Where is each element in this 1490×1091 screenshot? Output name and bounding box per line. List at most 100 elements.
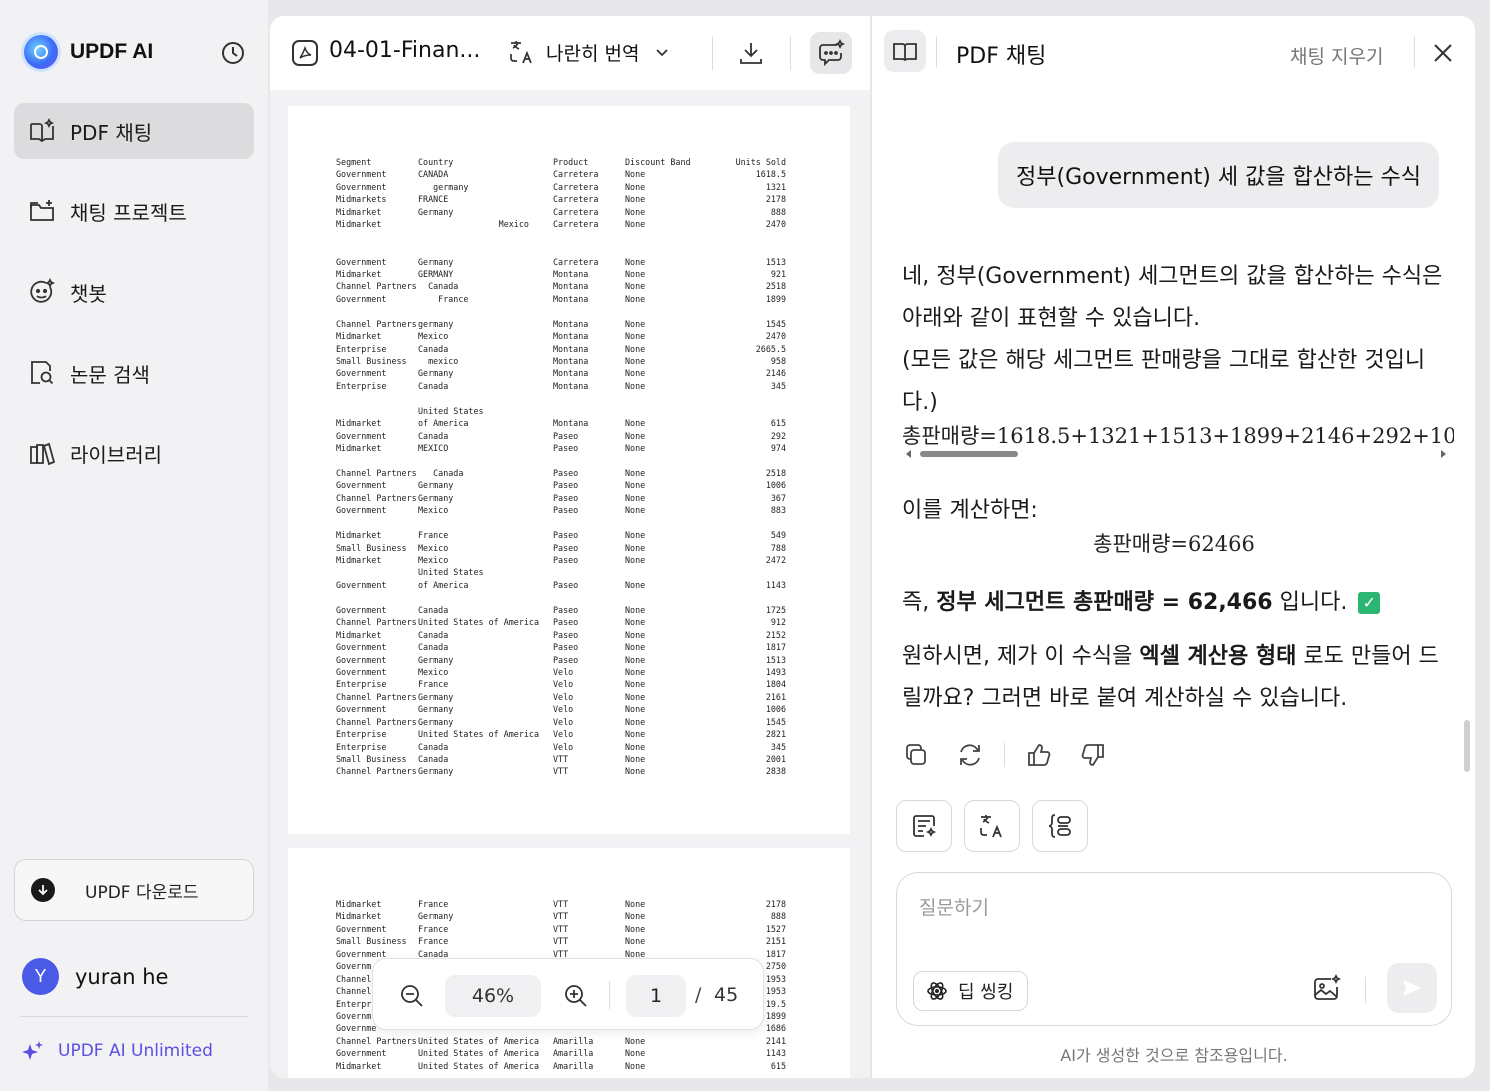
clear-chat-button[interactable]: 채팅 지우기: [1290, 42, 1383, 69]
table-cell: None: [625, 617, 646, 628]
table-row: Midmarket MEXICO Paseo None 974: [336, 442, 786, 454]
table-cell: Government: [336, 368, 387, 379]
table-cell: Channel: [336, 973, 372, 984]
ai-answer-intro: 네, 정부(Government) 세그먼트의 값을 합산하는 수식은 아래와 …: [902, 256, 1454, 424]
folder-add-icon: [30, 200, 54, 221]
download-icon[interactable]: [737, 39, 765, 67]
table-cell: 974: [770, 443, 786, 454]
regenerate-icon[interactable]: [956, 741, 984, 769]
table-cell: None: [625, 343, 646, 354]
send-button[interactable]: [1387, 963, 1437, 1013]
table-cell: 615: [770, 418, 786, 429]
table-cell: Midmarket: [336, 331, 382, 342]
table-cell: 958: [770, 356, 786, 366]
table-cell: Canada: [418, 642, 449, 653]
table-cell: None: [625, 194, 646, 205]
table-cell: Paseo: [553, 430, 579, 441]
table-row: United States: [336, 405, 786, 417]
table-row: Midmarket United States of America Amarill…: [336, 1060, 786, 1072]
table-cell: 1804: [765, 679, 786, 690]
table-cell: Germany: [418, 654, 454, 665]
deep-thinking-button[interactable]: 딥 씽킹: [913, 971, 1029, 1011]
table-cell: 2470: [765, 331, 786, 342]
sidebar-item-chatbot[interactable]: 챗봇: [14, 264, 254, 320]
table-cell: Velo: [553, 691, 574, 702]
table-cell: Discount Band: [625, 157, 691, 167]
formula-scrollbar[interactable]: [902, 448, 1450, 460]
table-cell: 1817: [765, 948, 786, 959]
close-icon[interactable]: [1432, 42, 1454, 64]
table-cell: Midmarket: [336, 911, 382, 922]
download-updf-button[interactable]: UPDF 다운로드: [14, 859, 254, 921]
scroll-right-icon[interactable]: [1441, 450, 1446, 458]
table-cell: Government: [336, 666, 387, 677]
table-row: [336, 231, 786, 243]
table-cell: Montana: [553, 380, 589, 391]
table-row: Midmarket Germany VTT None 888: [336, 910, 786, 922]
sidebar-item-library[interactable]: 라이브러리: [14, 425, 254, 481]
table-cell: Velo: [553, 704, 574, 715]
sidebar-item-label: 챗봇: [70, 281, 107, 306]
table-cell: Midmarket: [336, 268, 382, 279]
table-cell: None: [625, 691, 646, 702]
table-cell: Small Business: [336, 356, 407, 366]
sidebar-item-chat-project[interactable]: 채팅 프로젝트: [14, 183, 254, 239]
side-by-side-translate-button[interactable]: 나란히 번역: [508, 38, 671, 66]
table-cell: 888: [770, 206, 786, 217]
atom-icon: [927, 982, 947, 1000]
table-cell: Small Business: [336, 542, 407, 553]
table-cell: Government: [336, 256, 387, 267]
history-icon[interactable]: [220, 40, 246, 66]
table-row: Government Germany Montana None 2146: [336, 367, 786, 379]
table-cell: 2178: [765, 899, 786, 909]
table-cell: 2518: [765, 281, 786, 292]
user-profile[interactable]: Y yuran he: [22, 958, 168, 995]
book-toggle-button[interactable]: [884, 30, 926, 72]
table-cell: Small Business: [336, 936, 407, 947]
scrollbar-thumb[interactable]: [920, 451, 1018, 457]
thumbs-up-icon[interactable]: [1025, 741, 1053, 769]
scroll-left-icon[interactable]: [906, 450, 911, 458]
summarize-button[interactable]: [896, 800, 952, 852]
image-upload-icon[interactable]: [1311, 973, 1343, 1005]
table-row: Government France VTT None 1527: [336, 923, 786, 935]
table-row: Small Business Mexico Paseo None 788: [336, 542, 786, 554]
translate-button[interactable]: [964, 800, 1020, 852]
ai-chat-toggle-button[interactable]: [810, 32, 852, 74]
page-number-input[interactable]: 1: [626, 975, 686, 1017]
sidebar-item-pdf-chat[interactable]: PDF 채팅: [14, 103, 254, 159]
copy-icon[interactable]: [902, 741, 930, 769]
thumbs-down-icon[interactable]: [1079, 741, 1107, 769]
table-cell: MEXICO: [418, 443, 449, 454]
sidebar-item-paper-search[interactable]: 논문 검색: [14, 345, 254, 401]
explain-button[interactable]: [1032, 800, 1088, 852]
zoom-in-icon[interactable]: [563, 983, 589, 1009]
table-cell: None: [625, 206, 646, 217]
table-cell: 1953: [765, 986, 786, 997]
table-row: Government Germany Velo None 1006: [336, 703, 786, 715]
brand[interactable]: UPDF AI: [24, 34, 153, 70]
table-cell: None: [625, 716, 646, 727]
upgrade-link[interactable]: UPDF AI Unlimited: [22, 1040, 213, 1062]
question-input[interactable]: [919, 893, 1419, 933]
table-cell: 2152: [765, 629, 786, 640]
chat-scrollbar[interactable]: [1464, 720, 1470, 772]
table-cell: 345: [770, 741, 786, 752]
table-cell: None: [625, 666, 646, 677]
table-cell: 1321: [765, 181, 786, 192]
table-row: Enterprise Canada Velo None 345: [336, 741, 786, 753]
table-cell: None: [625, 654, 646, 665]
file-name[interactable]: 04-01-Finan...: [329, 38, 480, 63]
table-cell: None: [625, 936, 646, 947]
table-row: [336, 392, 786, 404]
table-row: Channel Partners Germany Velo None 1545: [336, 716, 786, 728]
pdf-file-icon: [292, 40, 318, 66]
table-cell: None: [625, 505, 646, 516]
table-row: Government germany Carretera None 1321: [336, 181, 786, 193]
zoom-out-icon[interactable]: [399, 983, 425, 1009]
table-cell: Midmarket: [336, 629, 382, 640]
total-pages: 45: [714, 984, 739, 1006]
zoom-level[interactable]: 46%: [445, 975, 541, 1017]
table-cell: Canada: [418, 430, 449, 441]
table-cell: Government: [336, 480, 387, 491]
